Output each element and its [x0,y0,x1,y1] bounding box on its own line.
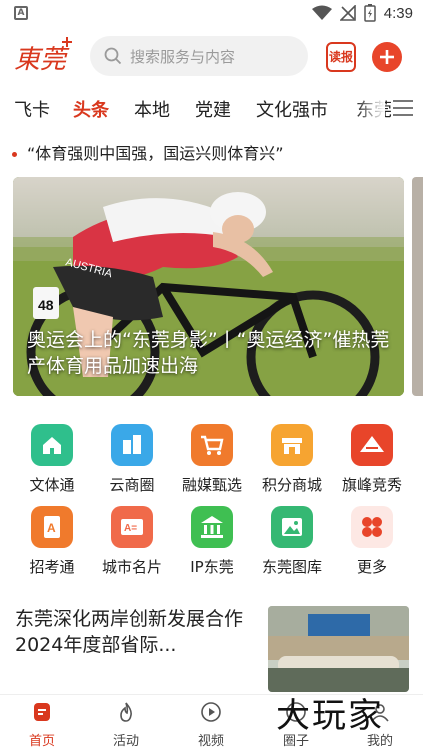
svg-text:東莞: 東莞 [14,45,70,75]
headline-text: “体育强则中国强，国运兴则体育兴” [27,144,284,163]
status-bar: A 4:39 [0,0,423,28]
service-jifenshangcheng[interactable]: 积分商城 [252,424,332,495]
status-time: 4:39 [383,4,413,22]
svg-text:A: A [47,521,56,535]
service-label: 旗峰竞秀 [341,476,402,494]
search-icon [104,47,122,65]
next-banner-peek[interactable] [412,177,423,396]
service-rongmeizhenxuan[interactable]: 融媒甄选 [172,424,252,495]
service-label: 更多 [356,558,387,576]
add-button[interactable] [372,42,402,72]
nav-label: 首页 [28,734,55,749]
service-chengshimingpian[interactable]: A= 城市名片 [92,506,172,577]
home-icon [31,424,73,466]
app-notification-icon: A [14,6,28,20]
store-icon [271,424,313,466]
service-yunshangquan[interactable]: 云商圈 [92,424,172,495]
watermark-logo: 大玩家 [276,696,384,736]
hero-banner[interactable]: 48 AUSTRIA 奥运会上的“东莞身影”丨“奥运经济”催热莞产体育用品加速出… [13,177,404,396]
wifi-icon [311,5,332,20]
mountain-icon [351,424,393,466]
search-placeholder: 搜索服务与内容 [130,48,236,66]
news-thumbnail [268,606,409,692]
museum-icon [191,506,233,548]
service-ipdongguan[interactable]: IP东莞 [172,506,252,577]
svg-text:48: 48 [38,297,54,313]
service-label: 东莞图库 [261,558,322,576]
plus-icon [380,50,394,64]
nav-activity[interactable]: 活动 [96,701,156,749]
news-title: 东莞深化两岸创新发展合作2024年度部省际... [15,608,244,656]
nav-label: 活动 [112,734,139,749]
search-input[interactable]: 搜索服务与内容 [90,36,308,76]
buildings-icon [111,424,153,466]
tab-dangjian[interactable]: 党建 [195,96,231,122]
service-label: 云商圈 [109,476,155,494]
nav-label: 视频 [197,734,224,749]
nav-video[interactable]: 视频 [181,701,241,749]
service-qifengjingxiu[interactable]: 旗峰竞秀 [332,424,412,495]
service-more[interactable]: 更多 [332,506,412,577]
dongguan-logo[interactable]: 東莞 [12,36,76,76]
nav-home[interactable]: 首页 [12,701,72,749]
play-icon [201,702,221,722]
service-label: 融媒甄选 [181,476,242,494]
exam-icon: A [31,506,73,548]
service-label: 文体通 [29,476,75,494]
battery-icon [364,4,376,22]
tab-feika[interactable]: 飞卡 [14,96,50,122]
service-label: IP东莞 [190,558,234,576]
service-wentitong[interactable]: 文体通 [12,424,92,495]
card-icon: A= [111,506,153,548]
more-icon [351,506,393,548]
service-zhaokaotong[interactable]: A 招考通 [12,506,92,577]
tab-wenhuaqiangshi[interactable]: 文化强市 [256,96,328,122]
headline-ticker[interactable]: “体育强则中国强，国运兴则体育兴” [12,140,412,166]
svg-text:A=: A= [124,523,137,534]
service-dongguantuku[interactable]: 东莞图库 [252,506,332,577]
flame-icon [120,702,132,722]
no-signal-icon [339,5,356,21]
news-item[interactable]: 东莞深化两岸创新发展合作2024年度部省际... [0,600,423,692]
service-label: 招考通 [29,558,75,576]
channel-menu-icon[interactable] [393,100,413,120]
service-label: 积分商城 [261,476,322,494]
category-tabs: 飞卡 头条 本地 党建 文化强市 东莞 [0,90,423,130]
tab-toutiao[interactable]: 头条 [73,96,109,122]
read-newspaper-button[interactable]: 读报 [326,42,356,72]
app-header: 東莞 搜索服务与内容 读报 [0,30,423,86]
home-doc-icon [34,703,50,721]
banner-caption: 奥运会上的“东莞身影”丨“奥运经济”催热莞产体育用品加速出海 [27,329,390,377]
cart-icon [191,424,233,466]
bullet-dot [12,152,17,157]
image-icon [271,506,313,548]
tab-bendi[interactable]: 本地 [134,96,170,122]
service-label: 城市名片 [101,558,162,576]
